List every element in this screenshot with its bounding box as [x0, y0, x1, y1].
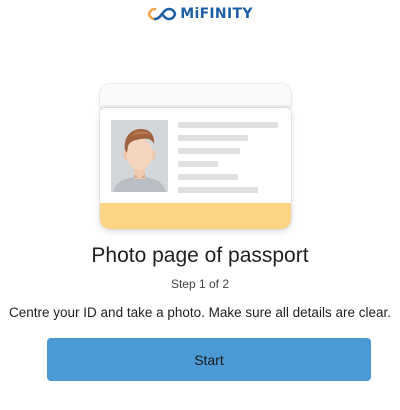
text-line	[178, 187, 258, 193]
infinity-icon	[147, 7, 177, 21]
instruction-text: Centre your ID and take a photo. Make su…	[9, 305, 391, 320]
passport-text-lines	[178, 108, 288, 208]
passport-illustration	[100, 84, 291, 229]
passport-mrz-stripe	[100, 203, 291, 229]
step-indicator: Step 1 of 2	[170, 277, 230, 291]
text-line	[178, 161, 218, 167]
start-button[interactable]: Start	[47, 338, 371, 381]
text-line	[178, 122, 278, 128]
brand-name: MiFINITY	[180, 6, 253, 22]
passport-id-card-icon	[100, 108, 291, 229]
passport-cover	[100, 84, 291, 110]
passport-capture-screen: MiFINITY Photo page of passport Step 1 o…	[0, 0, 400, 410]
page-title: Photo page of passport	[91, 244, 309, 267]
text-line	[178, 174, 238, 180]
text-line	[178, 148, 240, 154]
text-line	[178, 135, 248, 141]
brand-logo: MiFINITY	[0, 6, 400, 22]
portrait-photo-icon	[111, 120, 168, 192]
